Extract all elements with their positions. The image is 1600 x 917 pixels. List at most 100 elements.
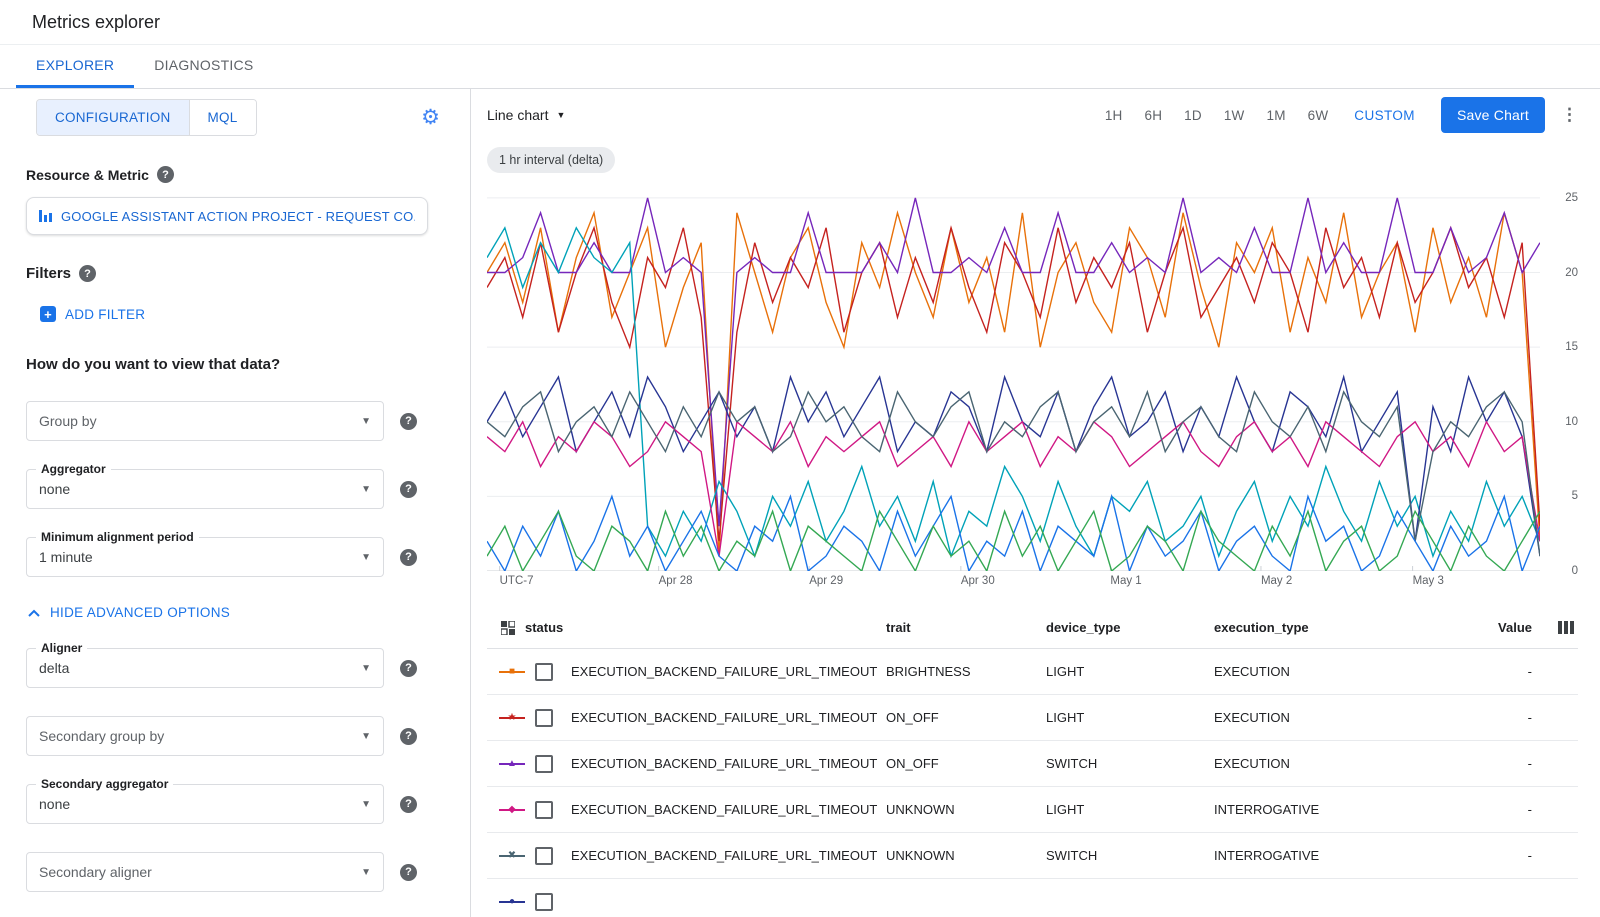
hide-advanced-options-toggle[interactable]: HIDE ADVANCED OPTIONS (28, 605, 444, 620)
line-chart[interactable]: 0510152025 UTC-7Apr 28Apr 29Apr 30May 1M… (487, 183, 1578, 595)
row-checkbox[interactable] (535, 663, 553, 681)
settings-gear-icon[interactable]: ⚙ (421, 107, 440, 128)
secondary-group-by-placeholder: Secondary group by (39, 728, 164, 744)
add-filter-button[interactable]: + ADD FILTER (40, 306, 444, 322)
secondary-aggregator-dropdown[interactable]: Secondary aggregator none ▼ (26, 784, 384, 824)
chevron-down-icon: ▼ (361, 552, 371, 563)
range-6w-button[interactable]: 6W (1308, 108, 1329, 123)
x-axis-label: UTC-7 (500, 575, 534, 587)
range-1h-button[interactable]: 1H (1105, 108, 1123, 123)
table-row: ● (487, 879, 1578, 917)
range-1w-button[interactable]: 1W (1224, 108, 1245, 123)
col-header-trait[interactable]: trait (886, 620, 1046, 635)
table-row: ▲EXECUTION_BACKEND_FAILURE_URL_TIMEOUTON… (487, 741, 1578, 787)
save-chart-button[interactable]: Save Chart (1441, 97, 1545, 133)
col-header-device-type[interactable]: device_type (1046, 620, 1214, 635)
help-icon[interactable]: ? (400, 864, 417, 881)
cell-value: - (1472, 710, 1532, 725)
row-checkbox[interactable] (535, 801, 553, 819)
cell-value: - (1472, 664, 1532, 679)
chart-plot-area (487, 183, 1540, 571)
cell-status: EXECUTION_BACKEND_FAILURE_URL_TIMEOUT (571, 756, 886, 771)
y-axis-label: 20 (1565, 267, 1578, 279)
y-axis-label: 0 (1572, 565, 1578, 577)
chart-panel: Line chart ▼ 1H 6H 1D 1W 1M 6W CUSTOM Sa… (471, 89, 1600, 917)
row-checkbox[interactable] (535, 893, 553, 911)
y-axis-label: 5 (1572, 490, 1578, 502)
secondary-group-by-dropdown[interactable]: Secondary group by ▼ (26, 716, 384, 756)
cell-execution-type: INTERROGATIVE (1214, 802, 1472, 817)
add-filter-label: ADD FILTER (65, 307, 145, 322)
min-alignment-period-label: Minimum alignment period (36, 530, 199, 544)
aggregator-dropdown[interactable]: Aggregator none ▼ (26, 469, 384, 509)
help-icon[interactable]: ? (400, 413, 417, 430)
grid-icon[interactable] (501, 621, 515, 635)
row-checkbox[interactable] (535, 847, 553, 865)
group-by-dropdown[interactable]: Group by ▼ (26, 401, 384, 441)
table-row: ★EXECUTION_BACKEND_FAILURE_URL_TIMEOUTON… (487, 695, 1578, 741)
row-checkbox[interactable] (535, 755, 553, 773)
row-checkbox[interactable] (535, 709, 553, 727)
range-1d-button[interactable]: 1D (1184, 108, 1202, 123)
cell-device-type: LIGHT (1046, 802, 1214, 817)
series-marker-triangle-icon: ▲ (499, 757, 525, 771)
chart-type-dropdown[interactable]: Line chart ▼ (487, 107, 565, 123)
mql-tab[interactable]: MQL (189, 100, 256, 135)
aggregator-label: Aggregator (36, 462, 111, 476)
aligner-dropdown[interactable]: Aligner delta ▼ (26, 648, 384, 688)
help-icon[interactable]: ? (400, 728, 417, 745)
range-1m-button[interactable]: 1M (1266, 108, 1285, 123)
interval-chip[interactable]: 1 hr interval (delta) (487, 147, 615, 173)
tab-diagnostics[interactable]: DIAGNOSTICS (134, 45, 273, 88)
chevron-down-icon: ▼ (556, 110, 565, 120)
view-data-heading: How do you want to view that data? (26, 356, 444, 373)
col-header-execution-type[interactable]: execution_type (1214, 620, 1472, 635)
help-icon[interactable]: ? (400, 481, 417, 498)
columns-icon[interactable] (1558, 621, 1574, 634)
chevron-up-icon (28, 609, 40, 617)
series-marker-x-icon: ✖ (499, 849, 525, 863)
cell-trait: ON_OFF (886, 710, 1046, 725)
y-axis: 0510152025 (1548, 183, 1578, 571)
cell-device-type: LIGHT (1046, 664, 1214, 679)
series-line-green (487, 511, 1540, 571)
col-header-value[interactable]: Value (1472, 620, 1532, 635)
min-alignment-period-dropdown[interactable]: Minimum alignment period 1 minute ▼ (26, 537, 384, 577)
y-axis-label: 25 (1565, 192, 1578, 204)
cell-value: - (1472, 802, 1532, 817)
cell-status: EXECUTION_BACKEND_FAILURE_URL_TIMEOUT (571, 710, 886, 725)
more-options-icon[interactable]: ⋮ (1561, 105, 1578, 125)
series-table: status trait device_type execution_type … (487, 607, 1578, 917)
series-marker-square-icon: ■ (499, 665, 525, 679)
cell-status: EXECUTION_BACKEND_FAILURE_URL_TIMEOUT (571, 848, 886, 863)
secondary-aggregator-label: Secondary aggregator (36, 777, 173, 791)
cell-status: EXECUTION_BACKEND_FAILURE_URL_TIMEOUT (571, 802, 886, 817)
x-axis-label: Apr 29 (809, 575, 843, 587)
table-header: status trait device_type execution_type … (487, 607, 1578, 649)
secondary-aggregator-value: none (39, 796, 70, 812)
resource-metric-label: Resource & Metric (26, 167, 149, 183)
tab-explorer[interactable]: EXPLORER (16, 45, 134, 88)
help-icon[interactable]: ? (157, 166, 174, 183)
table-body: ■EXECUTION_BACKEND_FAILURE_URL_TIMEOUTBR… (487, 649, 1578, 917)
x-axis-label: May 3 (1413, 575, 1444, 587)
cell-device-type: SWITCH (1046, 756, 1214, 771)
aligner-label: Aligner (36, 641, 87, 655)
help-icon[interactable]: ? (400, 660, 417, 677)
x-axis-label: May 1 (1110, 575, 1141, 587)
chart-toolbar: Line chart ▼ 1H 6H 1D 1W 1M 6W CUSTOM Sa… (471, 89, 1600, 141)
range-6h-button[interactable]: 6H (1144, 108, 1162, 123)
chevron-down-icon: ▼ (361, 484, 371, 495)
x-axis-label: May 2 (1261, 575, 1292, 587)
metric-selector-button[interactable]: GOOGLE ASSISTANT ACTION PROJECT - REQUES… (26, 197, 428, 235)
chevron-down-icon: ▼ (361, 663, 371, 674)
help-icon[interactable]: ? (400, 549, 417, 566)
configuration-tab[interactable]: CONFIGURATION (37, 100, 189, 135)
x-axis-label: Apr 30 (961, 575, 995, 587)
col-header-status[interactable]: status (525, 620, 563, 635)
help-icon[interactable]: ? (400, 796, 417, 813)
help-icon[interactable]: ? (79, 265, 96, 282)
range-custom-button[interactable]: CUSTOM (1354, 108, 1415, 123)
secondary-aligner-dropdown[interactable]: Secondary aligner ▼ (26, 852, 384, 892)
cell-execution-type: EXECUTION (1214, 756, 1472, 771)
